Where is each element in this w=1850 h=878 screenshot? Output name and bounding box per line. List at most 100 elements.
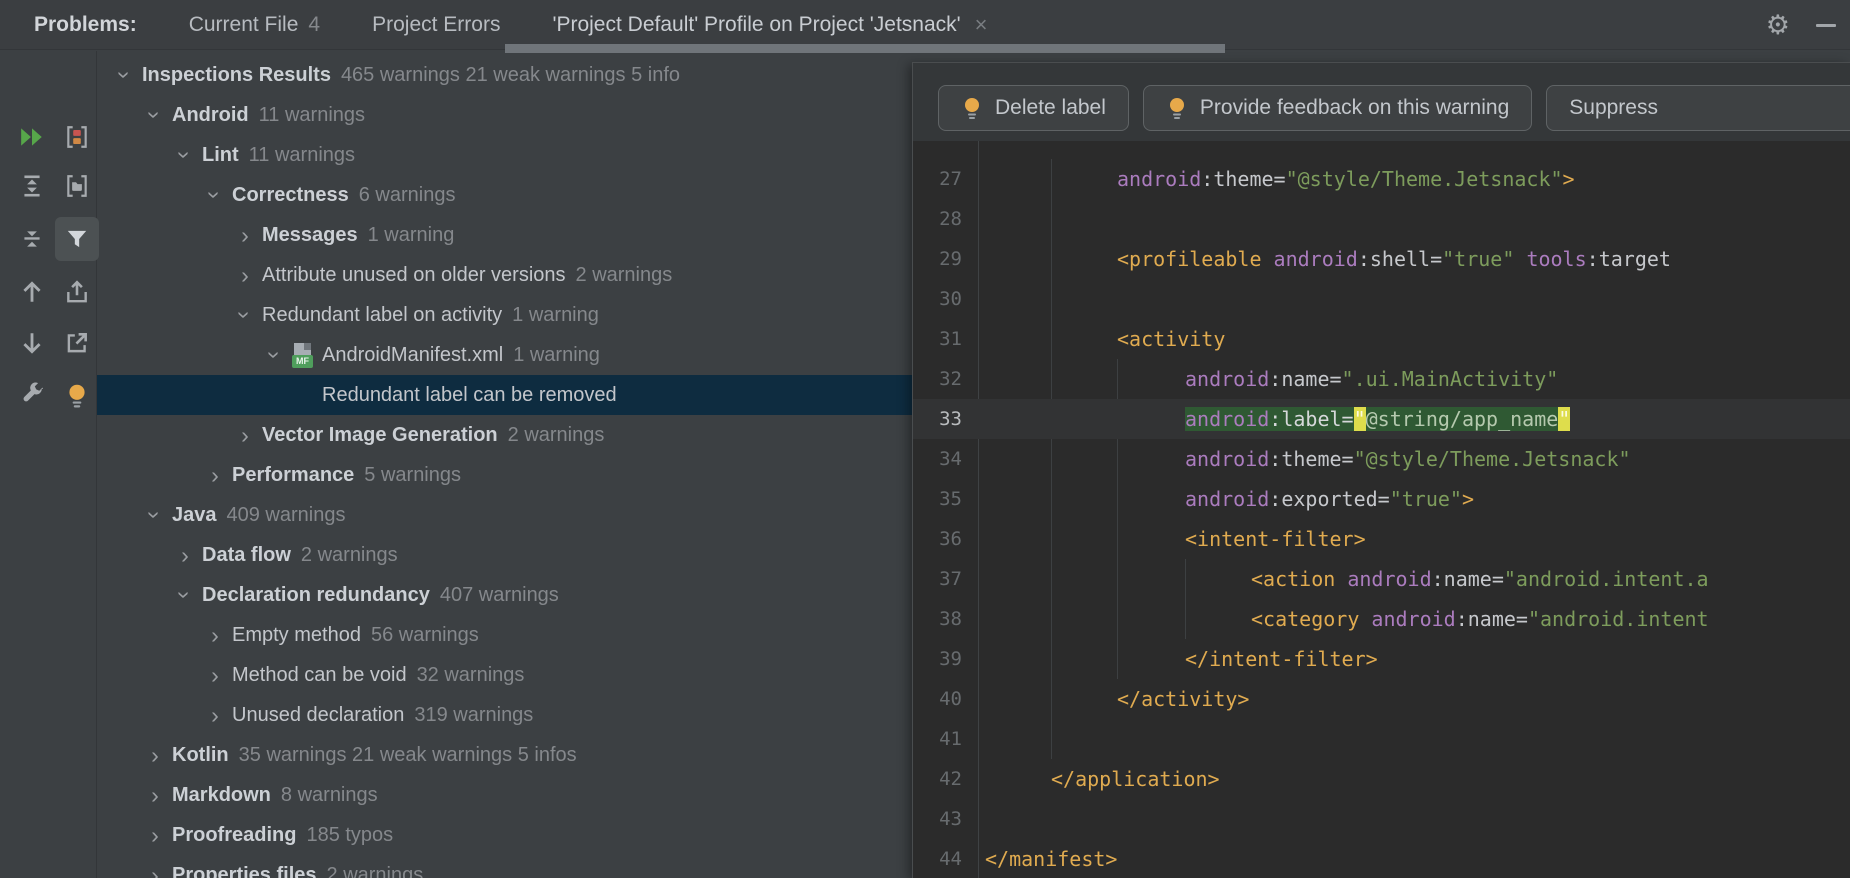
chevron-down-icon[interactable]: › <box>205 185 225 205</box>
tree-item-label: AndroidManifest.xml <box>322 344 503 367</box>
line-number: 40 <box>913 688 978 710</box>
tab-label: Project Errors <box>372 13 500 37</box>
tree-item-label: Java <box>172 504 217 527</box>
code-line: 40</activity> <box>913 679 1850 719</box>
tree-item-label: Performance <box>232 464 354 487</box>
inspections-toolbar <box>0 51 97 878</box>
open-in-new-window-icon[interactable] <box>64 330 90 356</box>
settings-gear-icon[interactable]: ⚙ <box>1766 12 1790 39</box>
chevron-right-icon[interactable]: › <box>205 665 225 685</box>
tree-item-count: 11 warnings <box>249 144 355 167</box>
minimize-icon[interactable] <box>1816 24 1836 27</box>
chevron-right-icon[interactable]: › <box>205 705 225 725</box>
tree-item-count: 409 warnings <box>227 504 346 527</box>
editor-preview-panel: Delete label Provide feedback on this wa… <box>912 62 1850 878</box>
code-line: 37<action android:name="android.intent.a <box>913 559 1850 599</box>
tree-item-count: 2 warnings <box>576 264 673 287</box>
line-number: 34 <box>913 448 978 470</box>
code-line: 35android:exported="true"> <box>913 479 1850 519</box>
tree-item-label: Properties files <box>172 864 317 878</box>
code-line: 30 <box>913 279 1850 319</box>
code-line-text: <activity <box>978 327 1225 351</box>
chevron-right-icon[interactable]: › <box>145 745 165 765</box>
chevron-down-icon[interactable]: › <box>115 65 135 85</box>
tree-item-label: Data flow <box>202 544 291 567</box>
tree-item-label: Inspections Results <box>142 64 331 87</box>
code-line-text: </application> <box>978 767 1220 791</box>
tool-window-title: Problems: <box>34 13 137 37</box>
problems-tool-window: Problems: Current File 4 Project Errors … <box>0 0 1850 878</box>
delete-label-button[interactable]: Delete label <box>938 85 1129 131</box>
tree-item-label: Correctness <box>232 184 349 207</box>
button-label: Suppress <box>1569 96 1658 120</box>
chevron-down-icon[interactable]: › <box>235 305 255 325</box>
tree-item-count: 2 warnings <box>301 544 398 567</box>
tab-current-file[interactable]: Current File 4 <box>189 13 320 37</box>
chevron-right-icon[interactable]: › <box>175 545 195 565</box>
tree-item-label: Messages <box>262 224 358 247</box>
line-number: 43 <box>913 808 978 830</box>
expand-all-icon[interactable] <box>19 173 45 199</box>
tree-item-count: 5 warnings <box>364 464 461 487</box>
line-number: 33 <box>913 408 978 430</box>
code-line: 28 <box>913 199 1850 239</box>
tree-item-label: Redundant label on activity <box>262 304 502 327</box>
next-problem-icon[interactable] <box>19 330 45 356</box>
lightbulb-icon <box>1166 96 1188 120</box>
previous-problem-icon[interactable] <box>19 279 45 305</box>
line-number: 37 <box>913 568 978 590</box>
tree-item-label: Attribute unused on older versions <box>262 264 566 287</box>
code-editor[interactable]: 27android:theme="@style/Theme.Jetsnack">… <box>913 141 1850 878</box>
code-line: 41 <box>913 719 1850 759</box>
code-line-text: <action android:name="android.intent.a <box>978 567 1709 591</box>
close-icon[interactable]: × <box>975 12 988 38</box>
button-label: Delete label <box>995 96 1106 120</box>
chevron-right-icon[interactable]: › <box>145 865 165 878</box>
chevron-down-icon[interactable]: › <box>175 145 195 165</box>
line-number: 27 <box>913 168 978 190</box>
code-line-text: <category android:name="android.intent <box>978 607 1709 631</box>
tab-count-badge: 4 <box>308 13 320 37</box>
chevron-right-icon[interactable]: › <box>145 825 165 845</box>
code-line: 38<category android:name="android.intent <box>913 599 1850 639</box>
chevron-right-icon[interactable]: › <box>235 265 255 285</box>
tree-item-count: 1 warning <box>512 304 599 327</box>
code-line-text: <profileable android:shell="true" tools:… <box>978 247 1671 271</box>
rerun-inspections-icon[interactable] <box>19 124 45 150</box>
code-line-text: <intent-filter> <box>978 527 1366 551</box>
export-icon[interactable] <box>64 279 90 305</box>
tree-item-label: Declaration redundancy <box>202 584 430 607</box>
tree-item-label: Redundant label can be removed <box>322 384 617 407</box>
suppress-button[interactable]: Suppress <box>1546 85 1850 131</box>
inspection-settings-icon[interactable] <box>19 382 45 408</box>
severity-icon[interactable] <box>64 124 90 150</box>
chevron-right-icon[interactable]: › <box>205 465 225 485</box>
chevron-right-icon[interactable]: › <box>235 425 255 445</box>
tree-item-label: Vector Image Generation <box>262 424 498 447</box>
button-label: Provide feedback on this warning <box>1200 96 1509 120</box>
line-number: 29 <box>913 248 978 270</box>
tree-item-count: 11 warnings <box>259 104 365 127</box>
tab-inspection-profile[interactable]: 'Project Default' Profile on Project 'Je… <box>552 12 987 38</box>
chevron-right-icon[interactable]: › <box>205 625 225 645</box>
chevron-down-icon[interactable]: › <box>175 585 195 605</box>
code-line-text: android:name=".ui.MainActivity" <box>978 367 1558 391</box>
collapse-all-icon[interactable] <box>19 226 45 252</box>
code-line: 31<activity <box>913 319 1850 359</box>
chevron-right-icon[interactable]: › <box>235 225 255 245</box>
line-number: 31 <box>913 328 978 350</box>
quick-fix-actions: Delete label Provide feedback on this wa… <box>938 85 1850 131</box>
line-number: 32 <box>913 368 978 390</box>
chevron-down-icon[interactable]: › <box>145 105 165 125</box>
chevron-down-icon[interactable]: › <box>145 505 165 525</box>
chevron-down-icon[interactable]: › <box>265 345 285 365</box>
filter-icon[interactable] <box>64 226 90 252</box>
chevron-right-icon[interactable]: › <box>145 785 165 805</box>
group-by-directory-icon[interactable] <box>64 173 90 199</box>
tab-project-errors[interactable]: Project Errors <box>372 13 500 37</box>
provide-feedback-button[interactable]: Provide feedback on this warning <box>1143 85 1532 131</box>
code-line-text: android:exported="true"> <box>978 487 1474 511</box>
quick-fixes-icon[interactable] <box>64 382 90 408</box>
manifest-file-icon: MF <box>292 343 313 368</box>
tree-item-label: Android <box>172 104 249 127</box>
